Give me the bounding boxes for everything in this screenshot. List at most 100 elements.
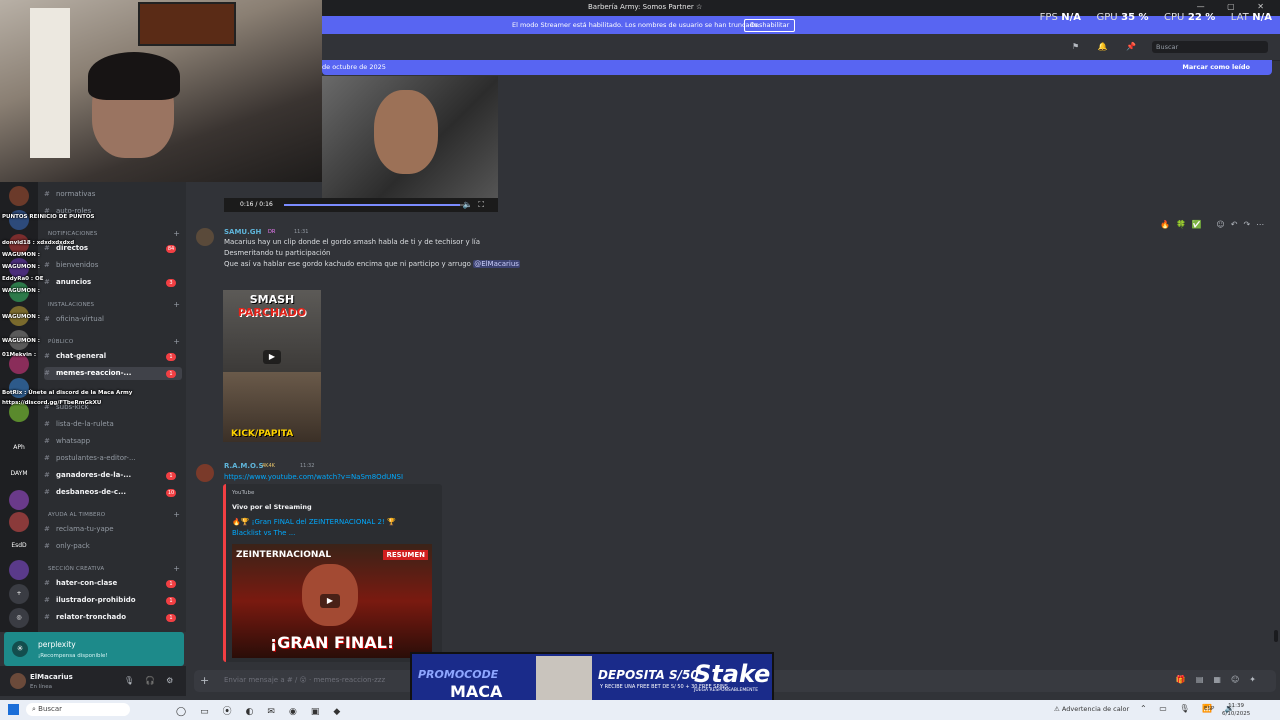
scrollbar[interactable] [1274, 630, 1278, 642]
sidebar-item-channel[interactable]: # ilustrador-prohibido 1 [44, 594, 182, 607]
thumb-text: ZEINTERNACIONAL [236, 550, 332, 560]
server-icon[interactable] [9, 512, 29, 532]
category-header[interactable]: SECCIÓN CREATIVA [48, 566, 104, 572]
server-item-esdd[interactable]: EsdD [9, 536, 29, 556]
user-controls[interactable]: 🎙🎧⚙ [124, 676, 184, 685]
sidebar-item-channel[interactable]: # whatsapp [44, 435, 182, 448]
add-server-icon[interactable]: + [9, 584, 29, 604]
message-author[interactable]: SAMU.GH [224, 228, 261, 236]
avatar[interactable] [196, 464, 214, 482]
message-time: 11:32 [300, 463, 315, 469]
youtube-link[interactable]: https://www.youtube.com/watch?v=NaSm8OdU… [224, 473, 403, 481]
add-channel-icon[interactable]: + [173, 564, 180, 573]
lat-label: LAT [1230, 12, 1249, 23]
sidebar-item-channel[interactable]: # postulantes-a-editor-... [44, 452, 182, 465]
message-actions[interactable]: 🔥🍀✅ ☺↶↷⋯ [1160, 220, 1270, 229]
thumb-text: PARCHADO [237, 306, 307, 319]
sidebar-item-channel[interactable]: # reclama-tu-yape [44, 523, 182, 536]
youtube-embed: YouTube Vivo por el Streaming 🔥🏆 ¡Gran F… [223, 484, 442, 662]
hash-icon: # [44, 190, 50, 198]
ad-deposit: DEPOSITA S/50 [598, 668, 699, 682]
heat-warning[interactable]: ⚠ Advertencia de calor [1054, 705, 1129, 713]
sidebar-item-channel[interactable]: # relator-tronchado 1 [44, 611, 182, 624]
new-messages-bar[interactable]: de octubre de 2025 Marcar como leído [322, 60, 1272, 75]
video-volume-fullscreen-icons[interactable]: 🔈⛶ [462, 200, 490, 210]
unread-badge: 10 [166, 489, 176, 497]
perplexity-status: ¡Recompensa disponible! [38, 653, 108, 659]
discover-icon[interactable]: ◎ [9, 608, 29, 628]
chat-line: WAGUMON : [2, 338, 40, 344]
avatar[interactable] [10, 673, 26, 689]
server-icon[interactable] [9, 490, 29, 510]
language[interactable]: ESP [1204, 706, 1214, 712]
server-icon[interactable] [9, 560, 29, 580]
mark-read-button[interactable]: Marcar como leído [1182, 63, 1250, 71]
play-icon[interactable]: ▶ [263, 350, 281, 364]
attach-plus-icon[interactable]: + [200, 674, 209, 687]
taskbar-search-label: Buscar [38, 705, 63, 713]
perplexity-promo[interactable]: ✳ perplexity ¡Recompensa disponible! [4, 632, 184, 666]
embed-author[interactable]: Vivo por el Streaming [232, 503, 312, 511]
clock[interactable]: 11:39 6/10/2025 [1222, 702, 1250, 718]
embed-thumbnail[interactable]: ZEINTERNACIONAL RESUMEN ¡GRAN FINAL! ▶ [232, 544, 432, 658]
channel-label: only-pack [56, 542, 90, 550]
new-messages-date: de octubre de 2025 [322, 63, 386, 71]
video-player[interactable] [322, 76, 498, 198]
sidebar-item-channel[interactable]: # only-pack [44, 540, 182, 553]
disable-streamer-button[interactable]: Deshabilitar [744, 19, 796, 32]
message-line: Desmeritando tu participación [224, 249, 331, 257]
sidebar-item-channel[interactable]: # normativas [44, 188, 182, 201]
taskbar-apps[interactable]: ◯▭⦿◐✉◉▣◆ [176, 704, 354, 717]
taskbar: ⌕ Buscar ◯▭⦿◐✉◉▣◆ ⚠ Advertencia de calor… [0, 700, 1280, 720]
hash-icon: # [44, 579, 50, 587]
add-channel-icon[interactable]: + [173, 229, 180, 238]
add-channel-icon[interactable]: + [173, 337, 180, 346]
fps-label: FPS [1039, 12, 1058, 23]
play-icon[interactable]: ▶ [320, 594, 340, 608]
message-line-with-mention: Que así va hablar ese gordo kachudo enci… [224, 260, 520, 268]
chat-line: WAGUMON : [2, 288, 40, 294]
composer-icons[interactable]: 🎁▤▦☺✦ [1176, 675, 1266, 684]
chat-line: 01Mekvin : [2, 352, 37, 358]
channel-header: ⚑ 🔔 📌 👤 Buscar [322, 34, 1280, 61]
clock-time: 11:39 [1228, 703, 1245, 709]
heat-warning-label: Advertencia de calor [1061, 705, 1130, 713]
sidebar-item-channel[interactable]: # lista-de-la-ruleta [44, 418, 182, 431]
channel-label: ganadores-de-la-... [56, 471, 132, 479]
server-item-aph[interactable]: APh [9, 438, 29, 458]
chat-line: donvid18 : xdxdxdxdxd [2, 240, 75, 246]
ad-brand: Stake [694, 660, 771, 688]
server-icon[interactable] [9, 186, 29, 206]
sidebar-item-channel[interactable]: # desbaneos-de-c... 10 [44, 486, 182, 499]
sidebar-item-channel[interactable]: # hater-con-clase 1 [44, 577, 182, 590]
ad-promo: PROMOCODE [418, 668, 499, 681]
cpu-label: CPU [1164, 12, 1185, 23]
hash-icon: # [44, 454, 50, 462]
start-icon[interactable] [8, 704, 19, 715]
hash-icon: # [44, 420, 50, 428]
window-controls[interactable]: — ▢ ✕ [1197, 2, 1274, 11]
sidebar-item-channel[interactable]: # ganadores-de-la-... 1 [44, 469, 182, 482]
server-item-daym[interactable]: DAYM [9, 464, 29, 484]
add-channel-icon[interactable]: + [173, 510, 180, 519]
user-tag: 4K4K [262, 463, 275, 469]
window-title: Barbería Army: Somos Partner ☆ [588, 3, 703, 11]
chat-line: BotRix : Únete al discord de la Maca Arm… [2, 390, 133, 396]
image-attachment[interactable]: SMASH PARCHADO KICK/PAPITA ▶ [223, 290, 321, 442]
message-author[interactable]: R.A.M.O.S [224, 462, 264, 470]
channel-label: desbaneos-de-c... [56, 488, 127, 496]
category-header[interactable]: AYUDA AL TIMBERO [48, 512, 105, 518]
embed-title[interactable]: 🔥🏆 ¡Gran FINAL del ZEINTERNACIONAL 2! 🏆 … [232, 517, 422, 539]
user-tag: DR [268, 229, 276, 235]
search-input[interactable]: Buscar [1152, 41, 1268, 53]
add-channel-icon[interactable]: + [173, 300, 180, 309]
avatar[interactable] [196, 228, 214, 246]
stream-chat-overlay: PUNTOS REINICIO DE PUNTOS donvid18 : xdx… [0, 214, 170, 414]
user-mention[interactable]: @ElMacarius [473, 260, 520, 268]
chat-line: WAGUMON : [2, 264, 40, 270]
webcam-wall-picture [138, 2, 236, 46]
video-controls[interactable]: 0:16 / 0:16 🔈⛶ [224, 198, 498, 212]
taskbar-search[interactable]: ⌕ Buscar [26, 703, 130, 716]
chat-line: EddyRa0 : OE [2, 276, 44, 282]
streamer-message: El modo Streamer está habilitado. Los no… [512, 21, 760, 29]
